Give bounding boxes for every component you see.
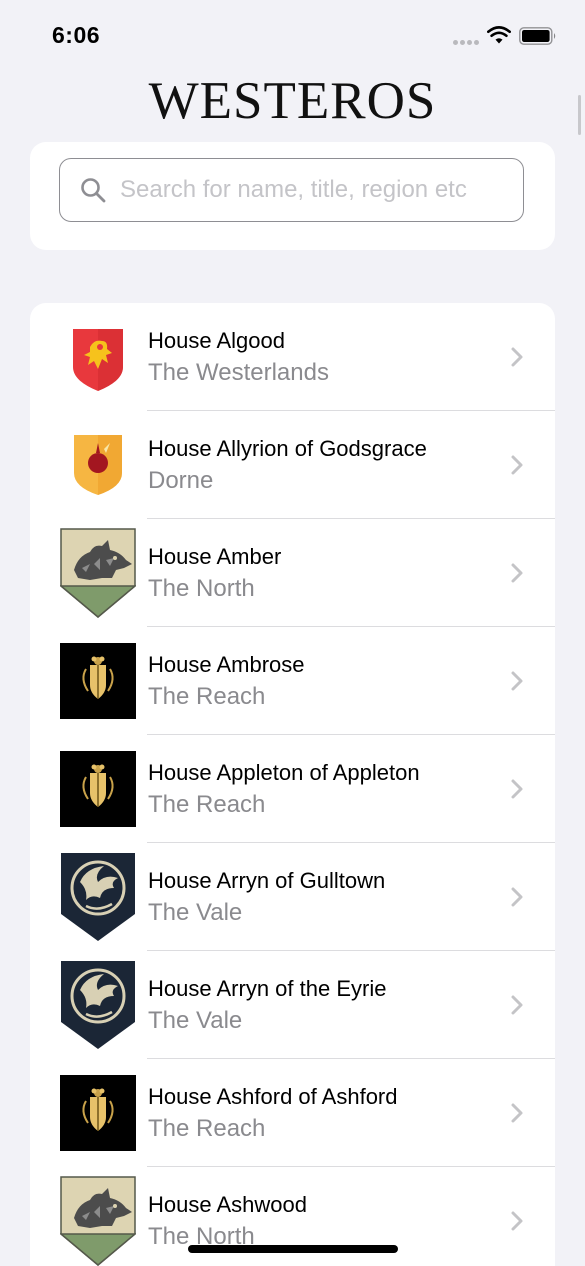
chevron-right-icon — [511, 995, 523, 1015]
chevron-right-icon — [511, 1103, 523, 1123]
direwolf-shield-icon — [60, 528, 136, 618]
house-region: The Westerlands — [148, 359, 329, 386]
house-name: House Allyrion of Godsgrace — [148, 436, 427, 461]
red-lion-shield-icon — [73, 329, 123, 391]
search-card — [30, 142, 555, 250]
battery-icon — [519, 27, 556, 45]
house-row[interactable]: House Ashford of Ashford The Reach — [30, 1059, 555, 1167]
house-region: The Reach — [148, 791, 266, 818]
house-row[interactable]: House Arryn of the Eyrie The Vale — [30, 951, 555, 1059]
house-row[interactable]: House Arryn of Gulltown The Vale — [30, 843, 555, 951]
house-region: The Reach — [148, 1115, 266, 1142]
golden-rose-shield-icon — [60, 643, 136, 719]
cellular-signal-icon — [453, 40, 481, 45]
orange-sun-shield-icon — [74, 435, 122, 495]
falcon-moon-shield-icon — [60, 960, 136, 1050]
house-name: House Algood — [148, 328, 285, 353]
direwolf-shield-icon — [60, 1176, 136, 1266]
house-region: The North — [148, 575, 255, 602]
house-name: House Ashford of Ashford — [148, 1084, 398, 1109]
wifi-icon — [487, 26, 511, 44]
status-bar: 6:06 — [0, 0, 585, 74]
house-row[interactable]: House Appleton of Appleton The Reach — [30, 735, 555, 843]
golden-rose-shield-icon — [60, 751, 136, 827]
house-region: The Vale — [148, 1007, 243, 1034]
falcon-moon-shield-icon — [60, 852, 136, 942]
house-row[interactable]: House Ambrose The Reach — [30, 627, 555, 735]
golden-rose-shield-icon — [60, 1075, 136, 1151]
house-name: House Ambrose — [148, 652, 305, 677]
house-name: House Appleton of Appleton — [148, 760, 420, 785]
house-name: House Amber — [148, 544, 282, 569]
house-name: House Arryn of Gulltown — [148, 868, 386, 893]
search-input[interactable] — [120, 159, 510, 220]
chevron-right-icon — [511, 671, 523, 691]
house-row[interactable]: House Allyrion of Godsgrace Dorne — [30, 411, 555, 519]
chevron-right-icon — [511, 1211, 523, 1231]
home-indicator[interactable] — [188, 1245, 398, 1253]
app-title: WESTEROS — [148, 72, 437, 130]
house-name: House Ashwood — [148, 1192, 307, 1217]
house-region: Dorne — [148, 467, 214, 494]
house-list: House Algood The Westerlands House Allyr… — [30, 303, 555, 1266]
chevron-right-icon — [511, 347, 523, 367]
chevron-right-icon — [511, 455, 523, 475]
chevron-right-icon — [511, 779, 523, 799]
house-row[interactable]: House Amber The North — [30, 519, 555, 627]
status-time: 6:06 — [52, 22, 101, 48]
house-name: House Arryn of the Eyrie — [148, 976, 387, 1001]
search-field[interactable] — [59, 158, 524, 222]
chevron-right-icon — [511, 887, 523, 907]
chevron-right-icon — [511, 563, 523, 583]
search-icon — [81, 178, 106, 203]
house-row[interactable]: House Algood The Westerlands — [30, 303, 555, 411]
house-region: The Reach — [148, 683, 266, 710]
house-region: The Vale — [148, 899, 243, 926]
